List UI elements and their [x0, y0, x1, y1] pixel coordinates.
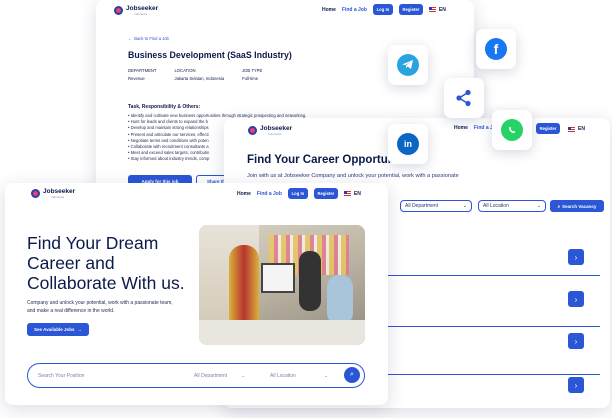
department-label: DEPARTMENT [128, 68, 157, 73]
facebook-share-tile[interactable]: f [476, 29, 516, 69]
logo-sub: Indonesia [268, 131, 282, 136]
top-nav: Home Find a Job Log In Register EN [322, 4, 446, 15]
chevron-right-icon: › [574, 294, 578, 304]
location-value: Jakarta Selatan, Indonesia [174, 76, 225, 81]
chevron-down-icon: ⌄ [323, 373, 329, 379]
location-select[interactable]: All Location ⌄ [478, 200, 546, 212]
share-tile[interactable] [444, 78, 484, 118]
register-button[interactable]: Register [398, 4, 423, 15]
nav-home[interactable]: Home [322, 7, 336, 13]
job-title: Business Development (SaaS Industry) [128, 50, 292, 60]
whatsapp-icon [501, 119, 523, 141]
location-select[interactable]: All Location ⌄ [270, 373, 328, 379]
chevron-down-icon: ⌄ [462, 203, 467, 209]
chevron-down-icon: ⌄ [536, 203, 541, 209]
nav-home[interactable]: Home [237, 191, 251, 197]
search-vacancy-button[interactable]: ⌕ Search Vacancy [550, 200, 604, 212]
jobtype-label: JOB TYPE [242, 68, 263, 73]
language-selector[interactable]: EN [428, 6, 446, 13]
hero-photo [199, 225, 365, 345]
chevron-right-icon: › [574, 380, 578, 390]
chevron-down-icon: ⌄ [241, 373, 246, 379]
us-flag-icon [428, 7, 436, 12]
logo[interactable]: Jobseeker Indonesia [114, 5, 158, 16]
nav-home[interactable]: Home [454, 125, 468, 131]
language-label: EN [438, 6, 446, 13]
job-open-button[interactable]: › [568, 333, 584, 349]
share-icon [456, 89, 471, 107]
nav-find-job[interactable]: Find a Job [342, 7, 367, 13]
hero-search-bar: Search Your Position All Department ⌄ All… [27, 363, 365, 388]
job-open-button[interactable]: › [568, 249, 584, 265]
hero-description: Company and unlock your potential, work … [27, 300, 173, 314]
hero-window: Jobseeker Indonesia Home Find a Job Log I… [5, 183, 388, 405]
search-icon: ⌕ [350, 371, 354, 378]
search-button[interactable]: ⌕ [344, 367, 360, 383]
us-flag-icon [343, 191, 351, 196]
logo[interactable]: Jobseeker Indonesia [248, 125, 292, 136]
whatsapp-share-tile[interactable] [492, 110, 532, 150]
logo-sub: Indonesia [51, 194, 65, 199]
search-input[interactable]: Search Your Position [38, 373, 84, 379]
arrow-right-icon: → [77, 327, 82, 332]
telegram-share-tile[interactable] [388, 45, 428, 85]
department-select[interactable]: All Department ⌄ [400, 200, 472, 212]
register-button[interactable]: Register [313, 188, 338, 199]
language-selector[interactable]: EN [568, 126, 585, 132]
logo-mark-icon [248, 126, 257, 136]
section-title: Task, Responsibility & Others: [128, 104, 201, 110]
us-flag-icon [568, 126, 575, 132]
department-value: Revenue [128, 76, 145, 81]
back-link[interactable]: ← Back to Find a Job [128, 36, 169, 41]
language-label: EN [578, 126, 585, 132]
chevron-right-icon: › [574, 252, 578, 262]
hero-title: Find Your Dream Career and Collaborate W… [27, 233, 185, 293]
nav-find-job[interactable]: Find a Job [257, 191, 282, 197]
language-selector[interactable]: EN [343, 190, 361, 197]
language-label: EN [353, 190, 361, 197]
see-jobs-button[interactable]: See Available Jobs → [27, 323, 89, 336]
linkedin-share-tile[interactable]: in [388, 124, 428, 164]
logo-sub: Indonesia [134, 11, 148, 16]
row-divider [384, 374, 600, 375]
search-icon: ⌕ [557, 203, 561, 209]
row-divider [384, 275, 600, 276]
location-label: LOCATION [174, 68, 196, 73]
telegram-icon [397, 54, 419, 76]
logo-mark-icon [31, 189, 40, 199]
arrow-left-icon: ← [128, 36, 133, 41]
chevron-right-icon: › [574, 336, 578, 346]
login-button[interactable]: Log In [372, 4, 393, 15]
login-button[interactable]: Log In [287, 188, 308, 199]
register-button[interactable]: Register [536, 123, 560, 134]
jobtype-value: Full-time [242, 76, 259, 81]
row-divider [384, 326, 600, 327]
facebook-icon: f [485, 38, 507, 60]
job-meta: DEPARTMENT Revenue LOCATION Jakarta Selata… [128, 68, 262, 81]
logo-mark-icon [114, 6, 123, 16]
job-open-button[interactable]: › [568, 291, 584, 307]
logo[interactable]: Jobseeker Indonesia [31, 188, 75, 199]
careers-description: Join with us at Jobseeker Company and un… [247, 173, 459, 179]
department-select[interactable]: All Department ⌄ [194, 373, 245, 379]
top-nav: Home Find a Job Log In Register EN [237, 188, 361, 199]
linkedin-icon: in [397, 133, 419, 155]
job-open-button[interactable]: › [568, 377, 584, 393]
